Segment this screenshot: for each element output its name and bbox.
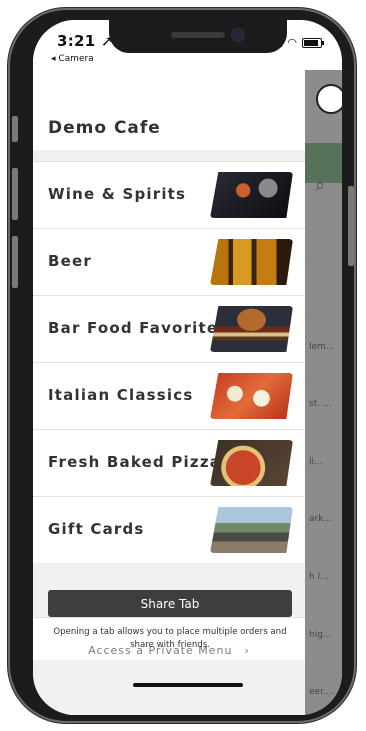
front-camera <box>233 30 243 40</box>
background-text: lem... <box>309 342 335 352</box>
drawer-overlay[interactable] <box>305 70 342 715</box>
wifi-icon: ◠ <box>287 36 297 49</box>
power-button <box>348 186 354 266</box>
background-text: li... <box>309 457 323 467</box>
beer-glasses-image <box>210 239 293 285</box>
back-to-camera-link[interactable]: ◂ Camera <box>51 54 94 64</box>
share-tab-button[interactable]: Share Tab <box>48 590 292 617</box>
background-text: ark... <box>309 514 333 524</box>
wine-glasses-image <box>210 172 293 218</box>
category-beer[interactable]: Beer <box>33 228 305 295</box>
notch <box>109 20 287 53</box>
italian-dish-image <box>210 373 293 419</box>
battery-icon <box>302 37 324 48</box>
volume-down-button <box>12 236 18 288</box>
speaker <box>171 32 225 38</box>
background-text: h l... <box>309 572 329 582</box>
volume-up-button <box>12 168 18 220</box>
category-gift-cards[interactable]: Gift Cards <box>33 496 305 563</box>
background-text: st. ... <box>309 399 332 409</box>
share-description: Opening a tab allows you to place multip… <box>53 627 287 650</box>
category-label: Beer <box>48 252 92 270</box>
pizza-image <box>210 440 293 486</box>
page-title: Demo Cafe <box>48 118 161 138</box>
cafe-patio-image <box>210 507 293 553</box>
category-italian[interactable]: Italian Classics <box>33 362 305 429</box>
category-bar-food[interactable]: Bar Food Favorites <box>33 295 305 362</box>
category-label: Wine & Spirits <box>48 185 187 203</box>
category-pizza[interactable]: Fresh Baked Pizza <box>33 429 305 496</box>
mute-switch <box>12 116 18 142</box>
category-wine-spirits[interactable]: Wine & Spirits <box>33 161 305 228</box>
category-label: Bar Food Favorites <box>48 319 229 337</box>
status-time: 3:21 ➚ <box>57 32 114 50</box>
drawer-header <box>33 70 305 150</box>
burger-image <box>210 306 293 352</box>
search-icon: ⌕ <box>315 175 326 196</box>
side-drawer: Demo Cafe Wine & Spirits Beer Bar Food F… <box>33 70 305 715</box>
background-text: hig... <box>309 630 332 640</box>
background-text: eer.... <box>309 687 335 697</box>
category-label: Gift Cards <box>48 520 145 538</box>
avatar <box>316 84 342 114</box>
category-label: Fresh Baked Pizza <box>48 453 222 471</box>
category-label: Italian Classics <box>48 386 194 404</box>
home-indicator[interactable] <box>133 683 243 687</box>
screen: ⌕ lem... st. ... li... ark... h l... hig… <box>33 20 342 715</box>
